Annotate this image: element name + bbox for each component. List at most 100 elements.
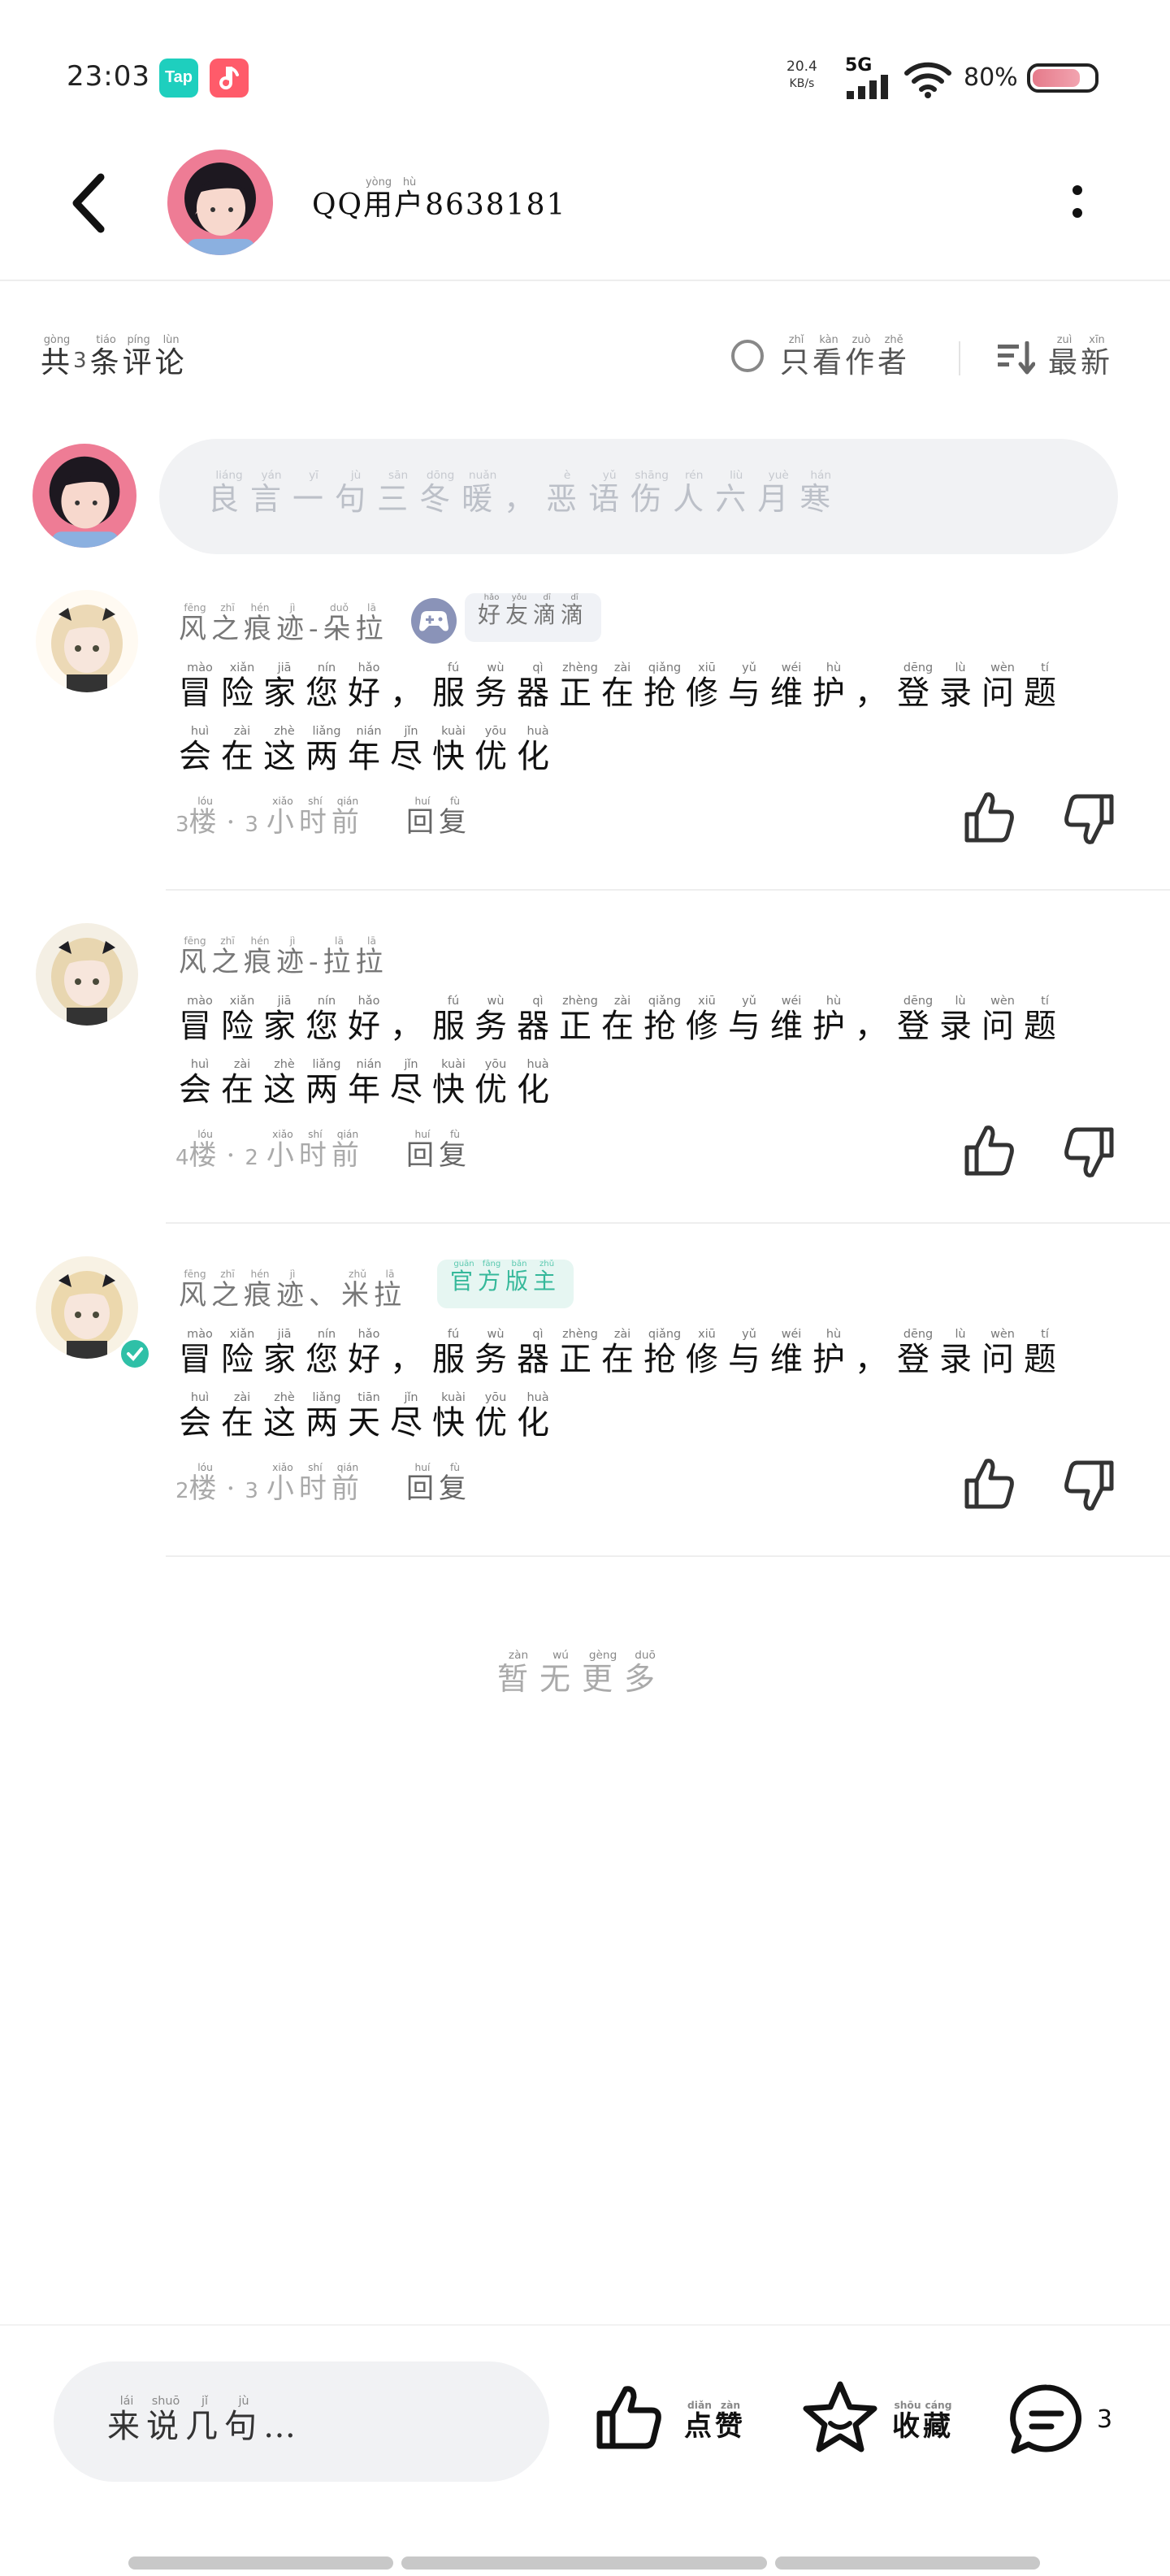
commenter-name-char: 风fēng: [179, 935, 211, 978]
placeholder-char: 一yī: [292, 469, 336, 517]
comment-like-button[interactable]: [962, 1456, 1019, 1513]
hours-ago: 小xiǎo时shí前qián: [266, 1462, 364, 1505]
more-options-button[interactable]: [1071, 180, 1084, 226]
badge-char: 友yǒu: [505, 593, 534, 628]
meta-char: 前qián: [331, 1129, 364, 1172]
comment-char: 正zhèng: [559, 995, 601, 1045]
comment-like-button[interactable]: [962, 1123, 1019, 1180]
only-author-radio[interactable]: [731, 340, 764, 372]
placeholder-char: ，: [504, 481, 547, 517]
sort-icon: [996, 340, 1036, 380]
reply-char: 复fù: [439, 1462, 471, 1505]
placeholder-char: 语yǔ: [588, 469, 631, 517]
favorite-button[interactable]: [801, 2379, 879, 2457]
reply-button[interactable]: 回huí复fù: [406, 1129, 471, 1173]
say-something-placeholder: 来lái说shuō几jǐ句jù…: [107, 2395, 302, 2447]
reply-button[interactable]: 回huí复fù: [406, 796, 471, 839]
badge-char: 滴dī: [533, 593, 561, 628]
commenter-name-char: 、: [309, 1279, 341, 1312]
like-char: 点diǎn: [684, 2400, 715, 2443]
comment-dislike-button[interactable]: [1060, 1456, 1116, 1513]
floor-label: 楼lóu: [188, 1129, 222, 1172]
comment-char: 题tí: [1024, 995, 1066, 1045]
say-char: 来lái: [107, 2395, 146, 2445]
meta-char: 楼lóu: [188, 1462, 222, 1505]
comment-char: 冒mào: [179, 1328, 221, 1378]
back-arrow-icon: [72, 173, 105, 233]
commenter-name[interactable]: 风fēng之zhī痕hén迹jì- 朵duǒ拉lā: [179, 602, 388, 646]
hours-number: 3: [245, 1479, 258, 1503]
commenter-name[interactable]: 风fēng之zhī痕hén迹jì- 拉lā拉lā: [179, 935, 388, 979]
comment-dislike-button[interactable]: [1060, 1123, 1116, 1180]
comment-char: 家jiā: [263, 661, 306, 712]
reply-button[interactable]: 回huí复fù: [406, 1462, 471, 1506]
badge-char: 官guān: [450, 1260, 479, 1295]
like-button[interactable]: [593, 2381, 666, 2457]
commenter-avatar[interactable]: [36, 923, 138, 1026]
floor-label: 楼lóu: [189, 796, 222, 839]
commenter-name-char: 痕hén: [244, 1268, 276, 1312]
comment-dislike-button[interactable]: [1060, 790, 1116, 847]
meta-char: 时shí: [298, 796, 332, 839]
commenter-name-char: 拉lā: [355, 935, 388, 978]
comment-char: 器qì: [517, 1328, 559, 1378]
commenter-name-char: 拉lā: [374, 1268, 406, 1312]
comment-count-prefix: 共gòng: [41, 334, 73, 379]
like-label: 点diǎn赞zàn: [684, 2400, 746, 2444]
comment-char: 修xiū: [686, 1328, 728, 1378]
placeholder-char: 三sān: [377, 469, 420, 517]
comment-char: 在zài: [221, 1058, 263, 1108]
comment-char: 登dēng: [897, 661, 939, 712]
comment-line: 会huì在zài这zhè两liǎng天tiān尽jǐn快kuài优yōu化huà: [179, 1391, 1105, 1455]
no-more-text: 暂zàn无wú更gèng多duō: [497, 1649, 666, 1698]
comment-char: 好hǎo: [348, 1328, 390, 1378]
battery-icon: [1027, 63, 1098, 93]
comment-char: 务wù: [474, 995, 517, 1045]
only-author-toggle[interactable]: 只zhǐ看kàn作zuò者zhě: [780, 334, 910, 381]
sort-latest-button[interactable]: 最zuì新xīn: [1048, 334, 1113, 381]
comment-char: 务wù: [474, 1328, 517, 1378]
comment-char: 问wèn: [982, 661, 1024, 712]
say-char: 句jù: [224, 2395, 263, 2445]
comment-char: 修xiū: [686, 995, 728, 1045]
thumbs-up-icon: [964, 1459, 1014, 1509]
placeholder-char: 恶è: [546, 469, 589, 517]
author-name-number: 8638181: [425, 189, 567, 222]
back-button[interactable]: [65, 171, 114, 236]
comment-char: 险xiǎn: [221, 995, 263, 1045]
comment-char: 护hù: [812, 661, 855, 712]
comment-char: 快kuài: [432, 1391, 474, 1442]
commenter-name-char: 痕hén: [244, 602, 276, 645]
comment-char: ，: [390, 1008, 432, 1045]
battery-level: [1033, 69, 1080, 87]
commenter-avatar[interactable]: [36, 590, 138, 692]
comments-button[interactable]: [1008, 2383, 1086, 2459]
wifi-icon: [904, 59, 952, 102]
hours-number: 2: [245, 1146, 258, 1170]
comment-char: 与yǔ: [728, 661, 770, 712]
commenter-name[interactable]: 风fēng之zhī痕hén迹jì、 米zhǔ拉lā: [179, 1268, 406, 1312]
comment-line: 会huì在zài这zhè两liǎng年nián尽jǐn快kuài优yōu化huà: [179, 1058, 1105, 1121]
comment-char: 服fú: [432, 661, 474, 712]
comment-char: 器qì: [517, 661, 559, 712]
comment-meta: 3楼lóu· 3 小xiǎo时shí前qián: [176, 796, 364, 839]
comment-line: 冒mào险xiǎn家jiā您nín好hǎo， 服fú务wù器qì正zhèng在z…: [179, 1328, 1105, 1391]
say-char: 说shuō: [146, 2395, 185, 2445]
comment-count: 共gòng3条tiáo评píng论lùn: [41, 334, 188, 381]
reply-char: 回huí: [406, 796, 439, 839]
author-avatar[interactable]: [167, 150, 273, 255]
commenter-name-char: 风fēng: [179, 1268, 211, 1312]
comment-char: 登dēng: [897, 1328, 939, 1378]
author-name[interactable]: QQ用yòng户hù8638181: [312, 176, 567, 223]
reply-char: 复fù: [439, 796, 471, 839]
count-char: 条tiáo: [89, 334, 123, 379]
meta-char: 楼lóu: [188, 1129, 222, 1172]
verified-badge-icon: [119, 1338, 151, 1370]
network-speed: 20.4 KB/s: [786, 57, 817, 91]
commenter-name-char: 拉lā: [323, 935, 356, 978]
author-name-prefix: QQ: [312, 189, 364, 222]
comment-like-button[interactable]: [962, 790, 1019, 847]
meta-dot: ·: [226, 806, 240, 839]
comment-char: 冒mào: [179, 661, 221, 712]
comment-char: 正zhèng: [559, 661, 601, 712]
